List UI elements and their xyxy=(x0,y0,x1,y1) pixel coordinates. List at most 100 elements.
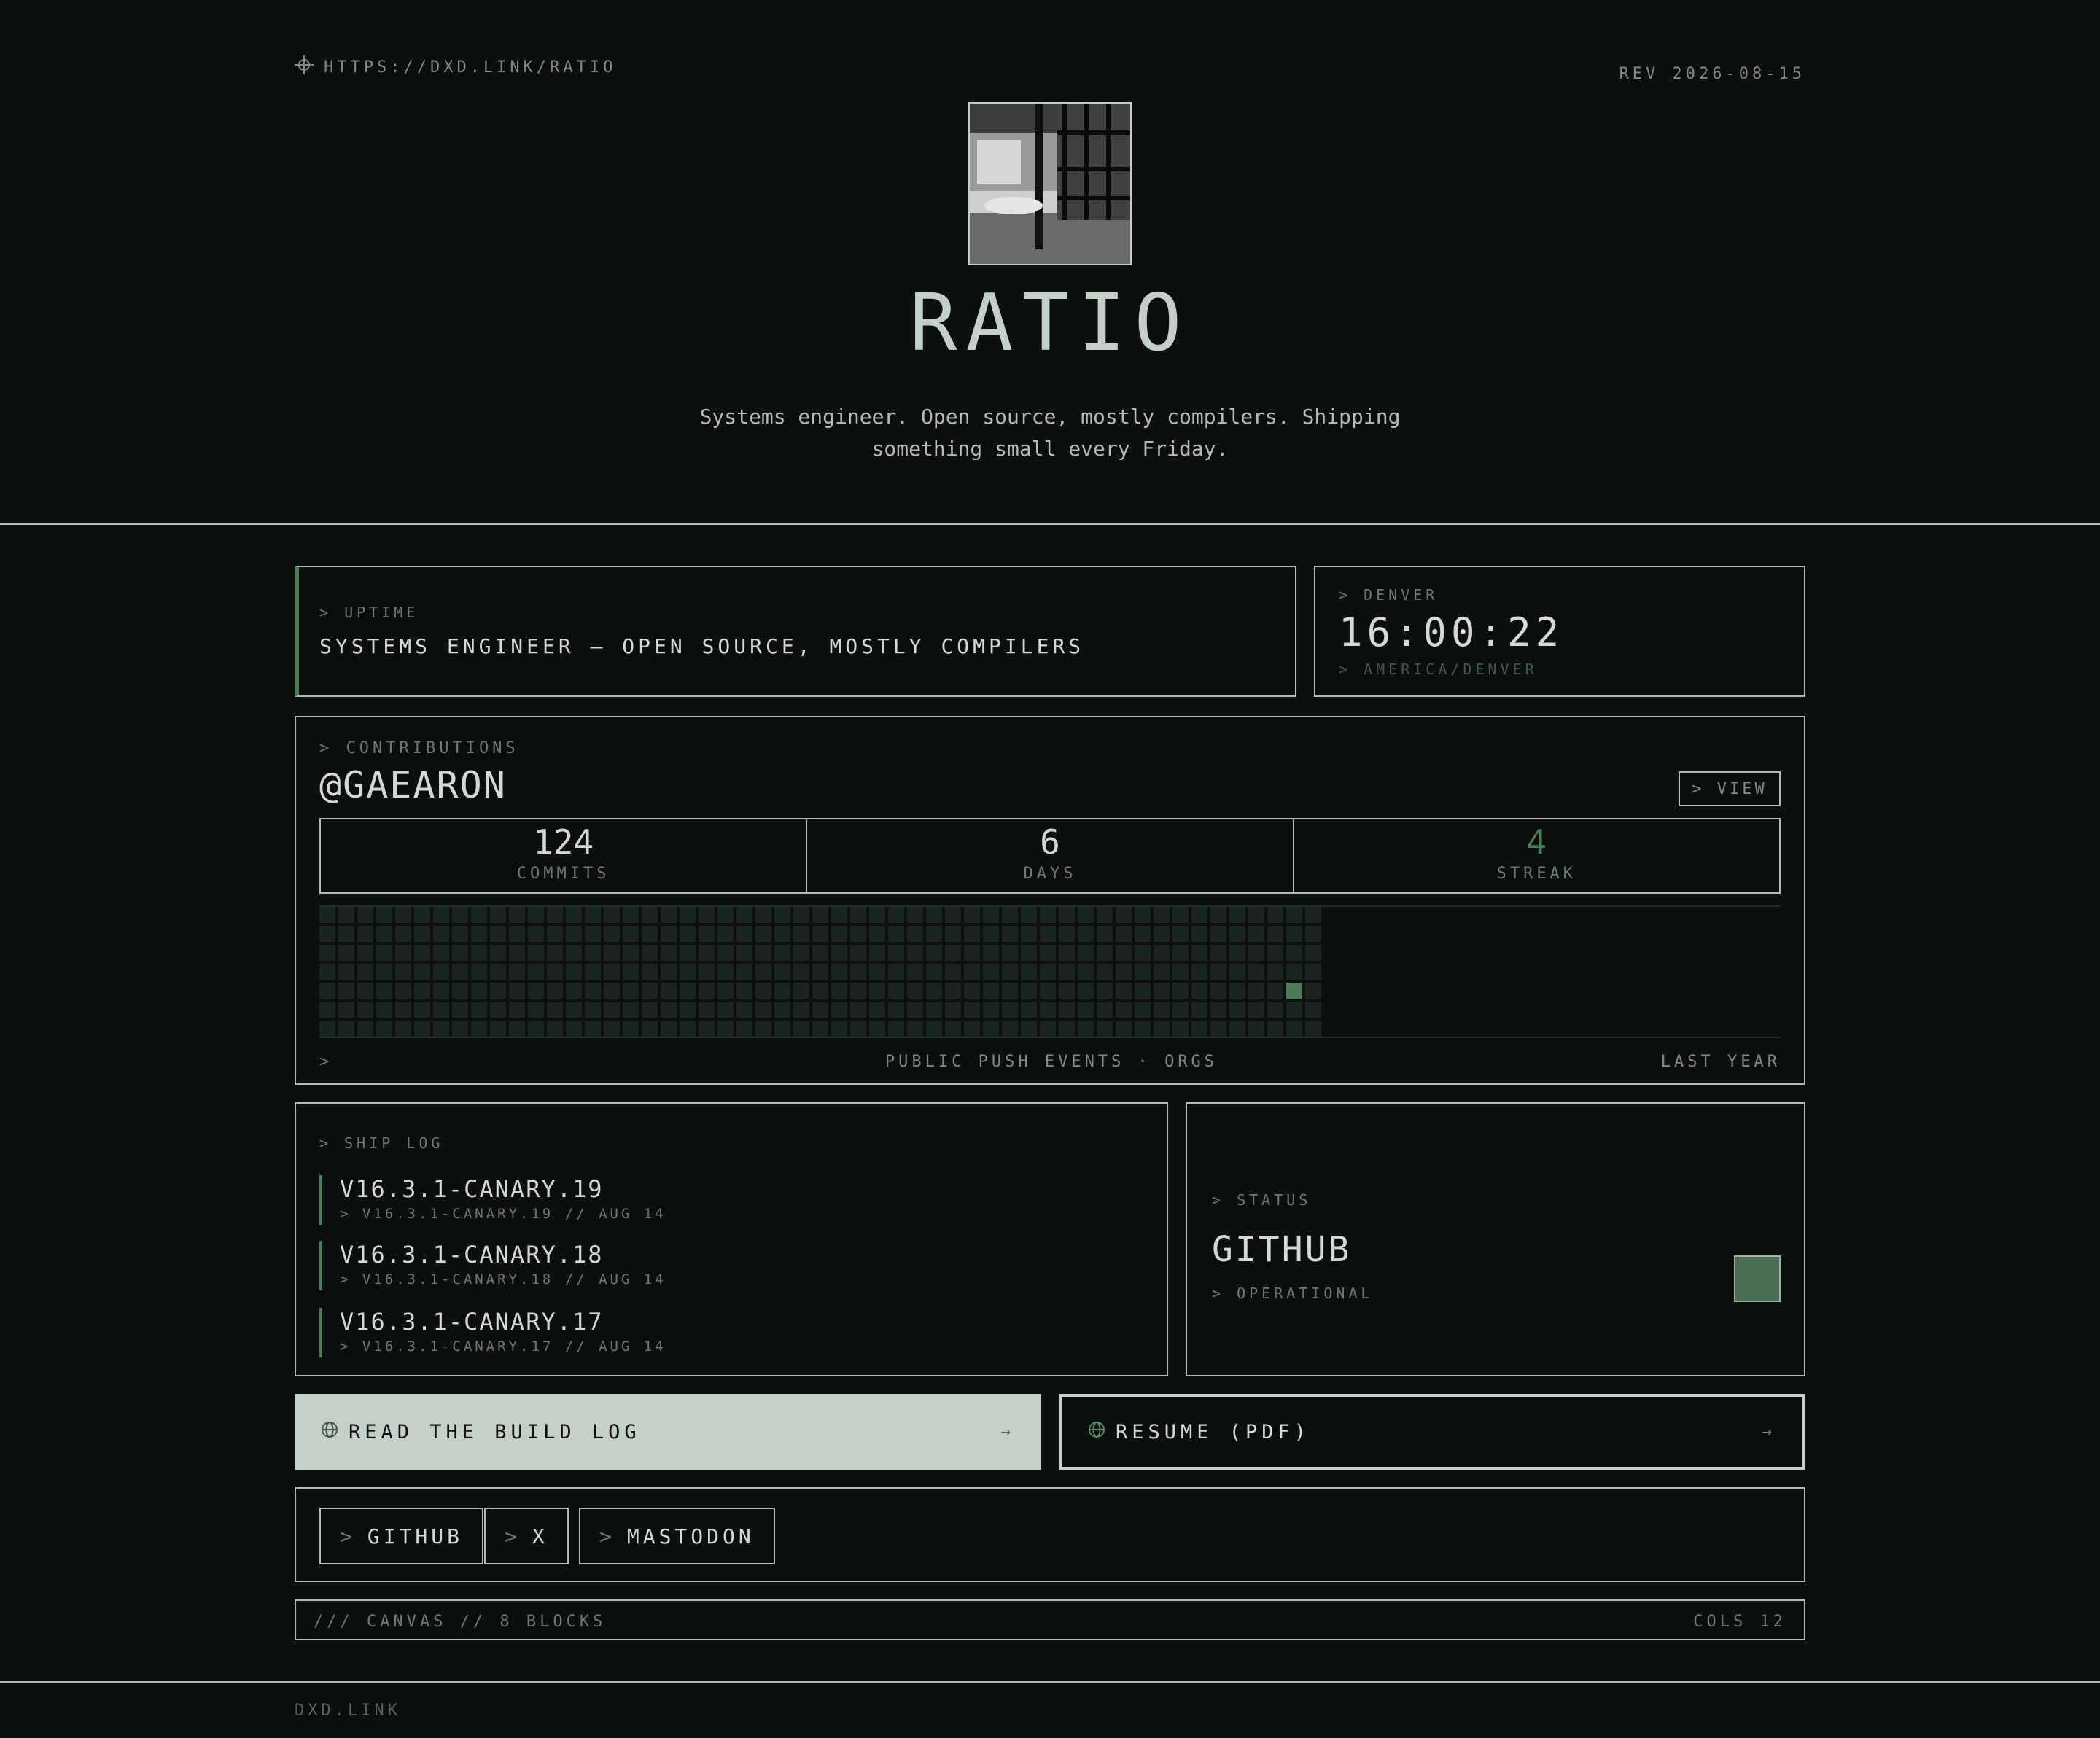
heatmap-cell xyxy=(642,964,658,980)
heatmap-cell xyxy=(338,926,354,942)
heatmap-cell xyxy=(566,1021,582,1037)
heatmap-cell xyxy=(983,907,999,923)
heatmap-cell xyxy=(452,945,468,961)
heatmap-cell xyxy=(433,945,449,961)
heatmap-cell xyxy=(983,1002,999,1018)
stat-streak: 4 STREAK xyxy=(1294,819,1779,892)
heatmap-cell xyxy=(471,1021,487,1037)
read-build-log-button[interactable]: READ THE BUILD LOG → xyxy=(295,1394,1041,1470)
heatmap-cell xyxy=(1286,1002,1302,1018)
heatmap-cell xyxy=(1097,907,1113,923)
heatmap-cell xyxy=(471,926,487,942)
bio: Systems engineer. Open source, mostly co… xyxy=(699,405,1401,461)
heatmap-cell xyxy=(964,926,980,942)
heatmap-cell xyxy=(736,907,752,923)
heatmap-cell xyxy=(547,945,563,961)
social-link-mastodon[interactable]: > MASTODON xyxy=(579,1508,775,1564)
footer-domain[interactable]: DXD.LINK xyxy=(295,1702,401,1720)
stat-value: 124 xyxy=(533,822,594,862)
heatmap-cell xyxy=(1305,945,1321,961)
heatmap-cell xyxy=(585,926,601,942)
heatmap-cell xyxy=(888,983,904,999)
status-card: > STATUS GITHUB > OPERATIONAL xyxy=(1186,1102,1805,1376)
site-url[interactable]: HTTPS://DXD.LINK/RATIO xyxy=(295,55,616,79)
heatmap-cell xyxy=(1116,926,1132,942)
heatmap-cell xyxy=(888,1002,904,1018)
heatmap-cell xyxy=(1191,907,1208,923)
heatmap-cell xyxy=(755,945,771,961)
ship-log-entry[interactable]: V16.3.1-CANARY.18 > V16.3.1-CANARY.18 //… xyxy=(319,1241,1121,1290)
heatmap-cell xyxy=(1172,964,1189,980)
heatmap-cell xyxy=(1229,964,1245,980)
heatmap-cell xyxy=(907,907,923,923)
heatmap-cell xyxy=(1059,945,1075,961)
heatmap-cell xyxy=(983,983,999,999)
heatmap-cell xyxy=(319,964,335,980)
heatmap-cell xyxy=(1154,907,1170,923)
heatmap-cell xyxy=(661,945,677,961)
heatmap-cell xyxy=(945,945,961,961)
heatmap-cell xyxy=(433,1002,449,1018)
heatmap-cell xyxy=(926,983,942,999)
heatmap-cell xyxy=(1286,926,1302,942)
heatmap-cell xyxy=(1078,983,1094,999)
ship-log-entry[interactable]: V16.3.1-CANARY.17 > V16.3.1-CANARY.17 //… xyxy=(319,1308,1121,1357)
heatmap-cell xyxy=(490,926,506,942)
heatmap-cell xyxy=(907,983,923,999)
clock-time: 16:00:22 xyxy=(1339,609,1564,655)
prompt-glyph: > xyxy=(599,1524,615,1548)
heatmap-cell xyxy=(585,907,601,923)
heatmap-cell xyxy=(1210,964,1226,980)
heatmap-cell xyxy=(1078,907,1094,923)
ship-log-entry[interactable]: V16.3.1-CANARY.19 > V16.3.1-CANARY.19 //… xyxy=(319,1175,1121,1225)
heatmap-cell xyxy=(793,1021,809,1037)
heatmap-cell xyxy=(376,926,392,942)
heatmap-cell xyxy=(1135,983,1151,999)
heatmap-cell xyxy=(812,945,828,961)
heatmap-cell xyxy=(1097,926,1113,942)
crosshair-icon xyxy=(295,55,314,79)
heatmap-cell xyxy=(490,1002,506,1018)
canvas-block-count: /// CANVAS // 8 BLOCKS xyxy=(314,1613,607,1631)
heatmap-cell xyxy=(1210,945,1226,961)
heatmap-cell xyxy=(528,945,544,961)
social-link-x[interactable]: > X xyxy=(484,1508,569,1564)
heatmap-cell xyxy=(357,945,373,961)
heatmap-cell xyxy=(395,964,411,980)
contributions-caption: > CONTRIBUTIONS xyxy=(319,739,519,757)
heatmap-cell xyxy=(1191,1002,1208,1018)
stat-label: DAYS xyxy=(1023,865,1077,883)
heatmap-cell xyxy=(680,907,696,923)
heatmap-cell xyxy=(433,964,449,980)
heatmap-cell xyxy=(1248,945,1264,961)
view-button[interactable]: > VIEW xyxy=(1679,771,1781,806)
heatmap-cell xyxy=(490,964,506,980)
heatmap-footer-label: PUBLIC PUSH EVENTS · ORGS xyxy=(884,1053,1218,1071)
heatmap-cell xyxy=(907,945,923,961)
heatmap-cell xyxy=(1040,926,1056,942)
social-link-github[interactable]: > GITHUB xyxy=(319,1508,484,1564)
heatmap-cell xyxy=(945,1002,961,1018)
uptime-caption: > UPTIME xyxy=(319,604,419,621)
heatmap-cell xyxy=(1229,907,1245,923)
heatmap-cell xyxy=(1002,983,1018,999)
heatmap-cell xyxy=(357,1021,373,1037)
heatmap-cell xyxy=(831,907,847,923)
heatmap-cell xyxy=(1135,964,1151,980)
resume-pdf-button[interactable]: RESUME (PDF) → xyxy=(1059,1394,1805,1470)
heatmap-cell xyxy=(945,926,961,942)
heatmap-cell xyxy=(1154,1002,1170,1018)
heatmap-cell xyxy=(1059,964,1075,980)
heatmap-cell xyxy=(945,1021,961,1037)
heatmap-cell xyxy=(642,1021,658,1037)
heatmap-cell xyxy=(661,907,677,923)
heatmap-cell xyxy=(1097,945,1113,961)
heatmap-cell xyxy=(774,926,790,942)
heatmap-cell xyxy=(604,983,620,999)
contributions-card: > CONTRIBUTIONS @GAEARON > VIEW 124 COMM… xyxy=(295,716,1805,1085)
heatmap-cell xyxy=(1305,1021,1321,1037)
heatmap-cell xyxy=(509,907,525,923)
heatmap-cell xyxy=(1286,964,1302,980)
social-link-label: X xyxy=(532,1524,548,1548)
uptime-value: SYSTEMS ENGINEER — OPEN SOURCE, MOSTLY C… xyxy=(319,634,1085,658)
